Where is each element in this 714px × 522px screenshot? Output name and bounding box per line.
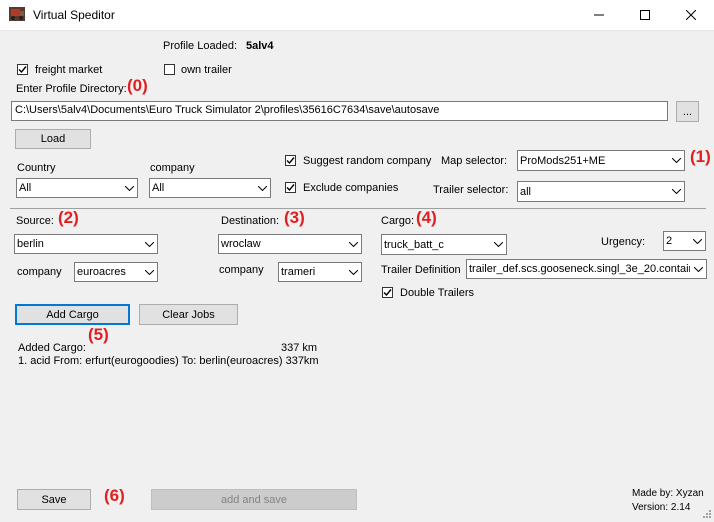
own-trailer-label: own trailer — [181, 64, 232, 76]
cargo-select[interactable]: truck_batt_c — [381, 234, 507, 255]
check-icon — [383, 289, 392, 297]
profile-loaded-label: Profile Loaded: — [163, 40, 237, 52]
window-title: Virtual Speditor — [33, 8, 115, 22]
check-icon — [286, 184, 295, 192]
annotation-2: (2) — [58, 208, 79, 227]
chevron-down-icon — [689, 238, 705, 244]
add-and-save-button[interactable]: add and save — [151, 489, 357, 510]
exclude-companies-label: Exclude companies — [303, 182, 399, 194]
chevron-down-icon — [668, 189, 684, 194]
filter-company-label: company — [150, 162, 195, 174]
profile-directory-input[interactable]: C:\Users\5alv4\Documents\Euro Truck Simu… — [11, 101, 668, 121]
annotation-3: (3) — [284, 208, 305, 227]
double-trailers-checkbox[interactable] — [382, 287, 393, 298]
made-by-label: Made by: Xyzan — [632, 488, 704, 499]
country-label: Country — [17, 162, 56, 174]
destination-city-value: wroclaw — [221, 238, 261, 250]
destination-label: Destination: — [221, 215, 280, 227]
own-trailer-checkbox[interactable] — [164, 64, 175, 75]
trailer-selector-select[interactable]: all — [517, 181, 685, 202]
freight-market-checkbox[interactable] — [17, 64, 28, 75]
section-divider — [10, 208, 706, 209]
exclude-companies-checkbox[interactable] — [285, 182, 296, 193]
urgency-select[interactable]: 2 — [663, 231, 706, 251]
source-company-select[interactable]: euroacres — [74, 262, 158, 282]
annotation-1: (1) — [690, 147, 711, 166]
trailer-definition-select[interactable]: trailer_def.scs.gooseneck.singl_3e_20.co… — [466, 259, 707, 279]
close-icon[interactable] — [668, 0, 714, 30]
add-cargo-button[interactable]: Add Cargo — [15, 304, 130, 325]
filter-company-select-value: All — [152, 182, 165, 194]
load-button[interactable]: Load — [15, 129, 91, 149]
trailer-selector-value: all — [520, 185, 532, 198]
double-trailers-label: Double Trailers — [400, 287, 474, 299]
map-selector-value: ProMods251+ME — [520, 154, 606, 167]
urgency-value: 2 — [666, 235, 673, 247]
resize-grip-icon[interactable] — [700, 507, 712, 522]
chevron-down-icon — [141, 269, 157, 275]
cargo-label: Cargo: — [381, 215, 415, 227]
source-company-label: company — [17, 266, 62, 278]
chevron-down-icon — [254, 185, 270, 191]
trailer-selector-label: Trailer selector: — [433, 184, 509, 196]
chevron-down-icon — [690, 266, 706, 272]
source-city-select[interactable]: berlin — [14, 234, 158, 254]
source-label: Source: — [16, 215, 54, 227]
annotation-0: (0) — [127, 76, 148, 95]
filter-company-select[interactable]: All — [149, 178, 271, 198]
minimize-icon[interactable] — [576, 0, 622, 30]
save-button[interactable]: Save — [17, 489, 91, 510]
destination-company-select[interactable]: trameri — [278, 262, 362, 282]
annotation-5: (5) — [88, 325, 109, 344]
version-label: Version: 2.14 — [632, 502, 691, 513]
trailer-definition-label: Trailer Definition — [381, 264, 461, 276]
chevron-down-icon — [490, 242, 506, 247]
destination-city-select[interactable]: wroclaw — [218, 234, 362, 254]
added-cargo-total: 337 km — [281, 342, 318, 354]
suggest-random-company-checkbox[interactable] — [285, 155, 296, 166]
directory-label: Enter Profile Directory: — [16, 83, 127, 95]
country-select[interactable]: All — [16, 178, 138, 198]
source-company-value: euroacres — [77, 266, 126, 278]
added-cargo-item: 1. acid From: erfurt(eurogoodies) To: be… — [18, 355, 319, 367]
chevron-down-icon — [121, 185, 137, 191]
source-city-value: berlin — [17, 238, 44, 250]
chevron-down-icon — [141, 241, 157, 247]
cargo-value: truck_batt_c — [384, 238, 444, 251]
annotation-4: (4) — [416, 208, 437, 227]
chevron-down-icon — [345, 269, 361, 275]
chevron-down-icon — [668, 158, 684, 163]
browse-button[interactable]: ... — [676, 101, 699, 122]
suggest-random-company-label: Suggest random company — [303, 155, 432, 167]
check-icon — [286, 157, 295, 165]
profile-loaded-value: 5alv4 — [246, 40, 274, 52]
maximize-icon[interactable] — [622, 0, 668, 30]
map-selector-select[interactable]: ProMods251+ME — [517, 150, 685, 171]
map-selector-label: Map selector: — [441, 155, 508, 167]
trailer-definition-value: trailer_def.scs.gooseneck.singl_3e_20.co… — [469, 263, 690, 275]
title-divider — [0, 30, 714, 31]
chevron-down-icon — [345, 241, 361, 247]
check-icon — [18, 66, 27, 74]
annotation-6: (6) — [104, 486, 125, 505]
app-icon — [9, 7, 25, 21]
destination-company-value: trameri — [281, 266, 316, 278]
added-cargo-label: Added Cargo: — [18, 342, 86, 354]
urgency-label: Urgency: — [601, 236, 646, 248]
country-select-value: All — [19, 182, 32, 194]
clear-jobs-button[interactable]: Clear Jobs — [139, 304, 238, 325]
destination-company-label: company — [219, 264, 264, 276]
freight-market-label: freight market — [35, 64, 103, 76]
